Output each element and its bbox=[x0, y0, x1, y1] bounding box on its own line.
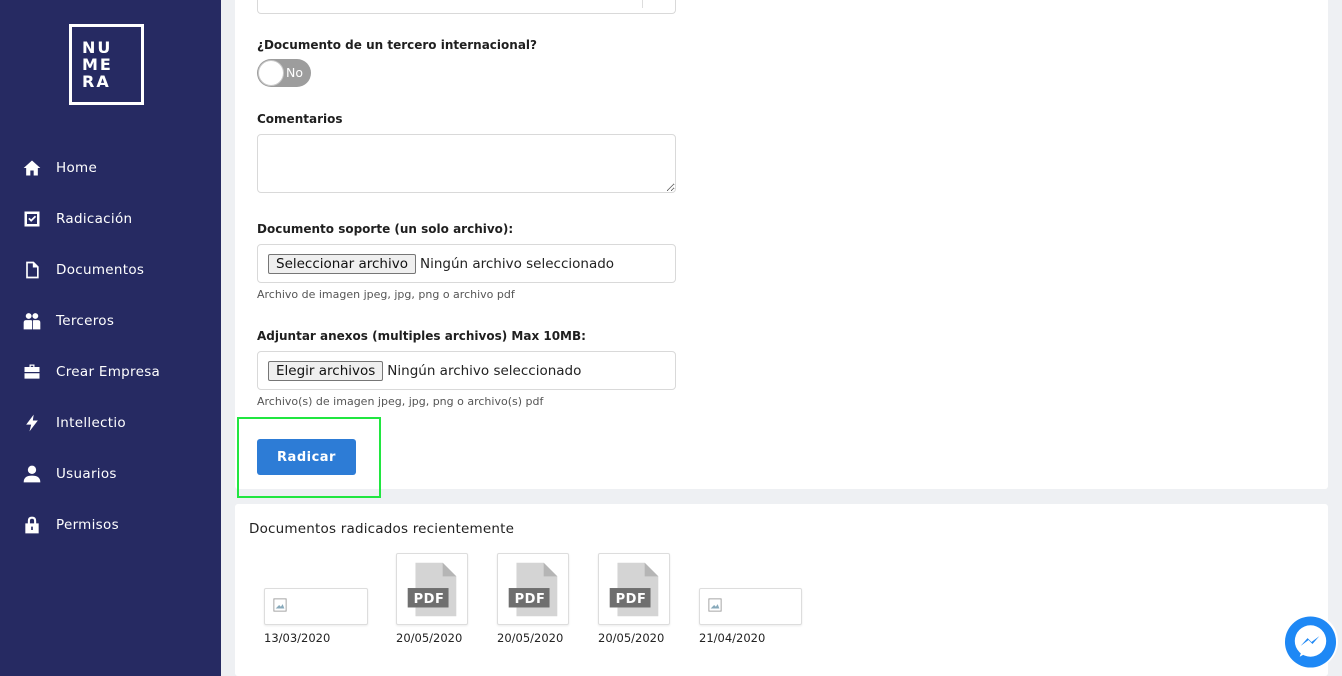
document-date: 20/05/2020 bbox=[598, 631, 665, 645]
broken-image-icon bbox=[708, 598, 722, 612]
pdf-file-icon bbox=[508, 562, 558, 617]
soporte-file-status: Ningún archivo seleccionado bbox=[419, 255, 615, 272]
sidebar-item-label: Terceros bbox=[56, 312, 115, 329]
radicar-button[interactable]: Radicar bbox=[257, 439, 356, 475]
sidebar-item-label: Usuarios bbox=[56, 465, 117, 482]
messenger-icon bbox=[1284, 615, 1337, 668]
recent-documents-card: Documentos radicados recientemente 13/03… bbox=[235, 504, 1328, 676]
broken-image-icon bbox=[273, 598, 287, 612]
checkbox-icon bbox=[22, 209, 42, 229]
document-date: 13/03/2020 bbox=[264, 631, 331, 645]
logo-line-2: ME bbox=[82, 55, 113, 74]
document-icon bbox=[22, 260, 42, 280]
pdf-file-icon bbox=[609, 562, 659, 617]
sidebar-item-documentos[interactable]: Documentos bbox=[0, 244, 221, 295]
document-date: 21/04/2020 bbox=[699, 631, 766, 645]
pdf-badge: PDF bbox=[514, 592, 546, 607]
sidebar-item-intellectio[interactable]: Intellectio bbox=[0, 397, 221, 448]
anexos-file-status: Ningún archivo seleccionado bbox=[387, 362, 582, 379]
sidebar-item-crear-empresa[interactable]: Crear Empresa bbox=[0, 346, 221, 397]
sidebar-item-radicacion[interactable]: Radicación bbox=[0, 193, 221, 244]
document-thumbnail[interactable]: PDF bbox=[598, 553, 670, 625]
document-thumbnail[interactable]: PDF bbox=[396, 553, 468, 625]
sidebar-item-label: Radicación bbox=[56, 210, 133, 227]
sidebar-item-label: Crear Empresa bbox=[56, 363, 161, 380]
sidebar-nav: Home Radicación Documentos Terceros Crea… bbox=[0, 142, 221, 550]
lock-icon bbox=[22, 515, 42, 535]
comentarios-label: Comentarios bbox=[257, 112, 343, 126]
soporte-hint: Archivo de imagen jpeg, jpg, png o archi… bbox=[257, 288, 515, 301]
document-thumbnail[interactable]: PDF bbox=[497, 553, 569, 625]
anexos-hint: Archivo(s) de imagen jpeg, jpg, png o ar… bbox=[257, 395, 544, 408]
sidebar-item-usuarios[interactable]: Usuarios bbox=[0, 448, 221, 499]
bolt-icon bbox=[22, 413, 42, 433]
tercero-internacional-toggle[interactable]: No bbox=[257, 59, 311, 87]
messenger-chat-button[interactable] bbox=[1283, 614, 1338, 669]
user-icon bbox=[22, 464, 42, 484]
logo-line-1: NU bbox=[82, 38, 113, 57]
tercero-internacional-label: ¿Documento de un tercero internacional? bbox=[257, 38, 537, 52]
document-date: 20/05/2020 bbox=[497, 631, 564, 645]
recent-documents-title: Documentos radicados recientemente bbox=[249, 521, 515, 537]
sidebar: NU ME RA Home Radicación Documentos Terc… bbox=[0, 0, 221, 676]
document-thumbnail[interactable] bbox=[699, 588, 802, 625]
logo-line-3: RA bbox=[82, 72, 111, 91]
sidebar-item-home[interactable]: Home bbox=[0, 142, 221, 193]
briefcase-icon bbox=[22, 362, 42, 382]
document-thumbnail[interactable] bbox=[264, 588, 368, 625]
toggle-text: No bbox=[286, 65, 303, 80]
document-date: 20/05/2020 bbox=[396, 631, 463, 645]
documento-soporte-file-input[interactable]: Seleccionar archivo Ningún archivo selec… bbox=[257, 244, 676, 283]
pdf-badge: PDF bbox=[615, 592, 647, 607]
comentarios-textarea[interactable] bbox=[257, 134, 676, 193]
anexos-file-input[interactable]: Elegir archivos Ningún archivo seleccion… bbox=[257, 351, 676, 390]
numera-logo[interactable]: NU ME RA bbox=[69, 24, 144, 105]
home-icon bbox=[22, 158, 42, 178]
radicacion-form-card: ¿Documento de un tercero internacional? … bbox=[235, 0, 1328, 498]
sidebar-item-label: Permisos bbox=[56, 516, 119, 533]
sidebar-item-terceros[interactable]: Terceros bbox=[0, 295, 221, 346]
pdf-badge: PDF bbox=[413, 592, 445, 607]
toggle-knob bbox=[258, 60, 284, 86]
sidebar-item-label: Intellectio bbox=[56, 414, 126, 431]
sidebar-item-permisos[interactable]: Permisos bbox=[0, 499, 221, 550]
people-icon bbox=[22, 311, 42, 331]
sidebar-item-label: Documentos bbox=[56, 261, 145, 278]
elegir-archivos-button[interactable]: Elegir archivos bbox=[268, 360, 384, 381]
sidebar-item-label: Home bbox=[56, 159, 98, 176]
select-field-partial[interactable] bbox=[257, 0, 676, 14]
pdf-file-icon bbox=[407, 562, 457, 617]
anexos-label: Adjuntar anexos (multiples archivos) Max… bbox=[257, 329, 586, 343]
documento-soporte-label: Documento soporte (un solo archivo): bbox=[257, 222, 514, 236]
seleccionar-archivo-button[interactable]: Seleccionar archivo bbox=[268, 253, 416, 274]
